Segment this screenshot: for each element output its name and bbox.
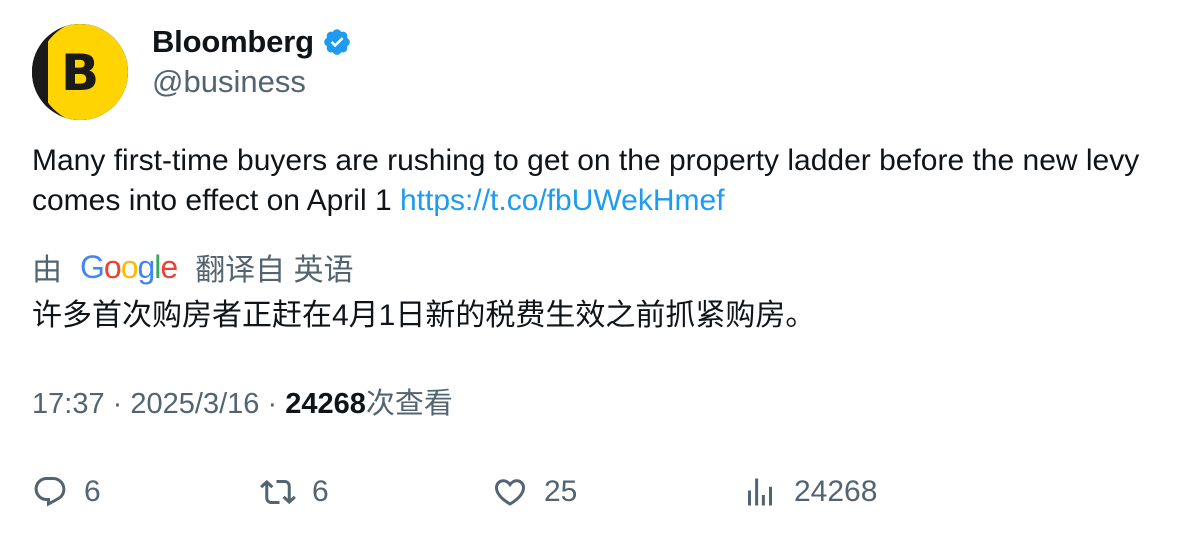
reply-icon: [34, 477, 66, 507]
translation-attribution[interactable]: 由 Google 翻译自 英语: [32, 247, 354, 288]
translation-prefix: 由: [32, 254, 62, 287]
translated-text: 许多首次购房者正赶在4月1日新的税费生效之前抓紧购房。: [32, 299, 816, 332]
tweet-time[interactable]: 17:37: [32, 388, 105, 420]
retweet-count: 6: [312, 475, 329, 508]
google-logo-icon: Google: [80, 248, 178, 286]
tweet-text: Many first-time buyers are rushing to ge…: [32, 141, 1172, 221]
views-count: 24268: [285, 388, 366, 420]
google-letter: G: [80, 248, 105, 285]
bloomberg-logo-icon: B: [32, 24, 128, 120]
tweet-link[interactable]: https://t.co/fbUWekHmef: [400, 184, 725, 217]
like-button[interactable]: 25: [492, 472, 577, 512]
google-letter: o: [120, 248, 139, 285]
retweet-button[interactable]: 6: [260, 472, 329, 512]
reply-button[interactable]: 6: [32, 472, 101, 512]
author-block: Bloomberg @business: [152, 22, 352, 102]
user-handle[interactable]: @business: [152, 62, 352, 102]
views-label: 次查看: [365, 388, 453, 420]
like-count: 25: [544, 475, 578, 508]
avatar-letter: B: [61, 44, 99, 102]
google-letter: g: [137, 248, 155, 285]
avatar[interactable]: B: [32, 24, 128, 120]
views-button[interactable]: 24268: [742, 472, 877, 512]
action-bar: 6 6 25 24268: [32, 472, 1172, 512]
google-letter: e: [160, 248, 178, 285]
google-letter: o: [103, 248, 122, 285]
reply-count: 6: [84, 475, 101, 508]
analytics-icon: [748, 478, 772, 506]
heart-icon: [494, 479, 526, 506]
meta-separator: ·: [112, 388, 123, 420]
translation-suffix: 翻译自 英语: [195, 254, 354, 287]
tweet-date[interactable]: 2025/3/16: [130, 388, 259, 420]
meta-separator: ·: [267, 388, 278, 420]
views-action-count: 24268: [794, 475, 878, 508]
tweet-meta: 17:37 · 2025/3/16 · 24268次查看: [32, 384, 453, 424]
verified-badge-icon[interactable]: [322, 27, 352, 57]
tweet-card: B Bloomberg @business Many first-time bu…: [0, 0, 1196, 538]
display-name[interactable]: Bloomberg: [152, 24, 314, 60]
retweet-icon: [260, 479, 296, 505]
